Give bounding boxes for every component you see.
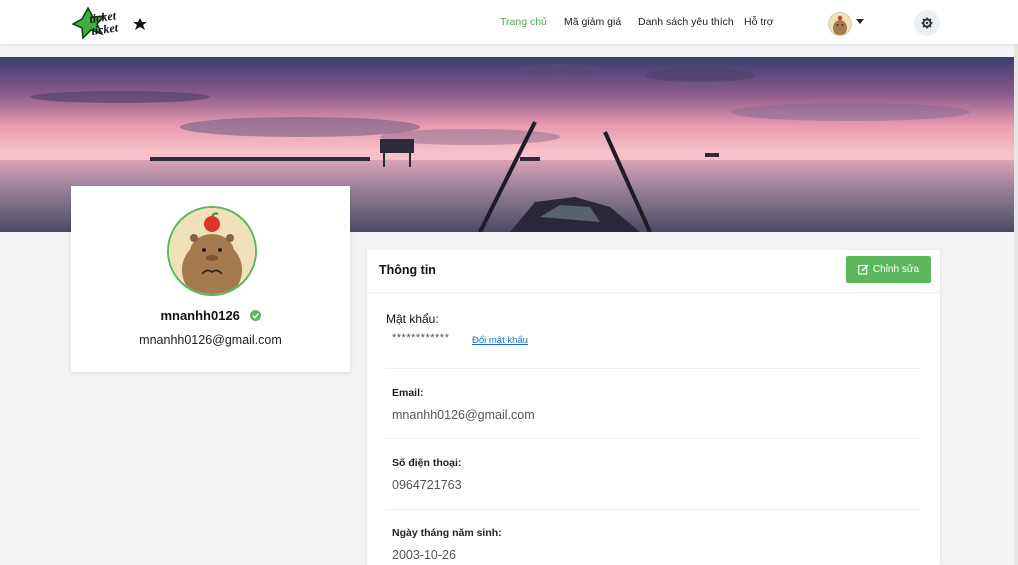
profile-email: mnanhh0126@gmail.com bbox=[139, 333, 282, 347]
username-text: mnanhh0126 bbox=[160, 308, 240, 323]
profile-username: mnanhh0126 bbox=[71, 308, 350, 324]
phone-label: Số điện thoại: bbox=[392, 457, 462, 469]
info-title: Thông tin bbox=[379, 263, 436, 277]
divider bbox=[385, 509, 920, 510]
profile-card: mnanhh0126 mnanhh0126@gmail.com bbox=[71, 186, 350, 372]
scrollbar-track[interactable] bbox=[1014, 0, 1018, 565]
birthday-label: Ngày tháng năm sinh: bbox=[392, 527, 502, 539]
chevron-down-icon[interactable] bbox=[856, 19, 864, 25]
edit-button-label: Chỉnh sửa bbox=[872, 264, 920, 275]
nav-link-home[interactable]: Trang chủ bbox=[500, 16, 547, 28]
svg-text:ticket: ticket bbox=[90, 20, 119, 38]
nav-link-support[interactable]: Hỗ trợ bbox=[744, 16, 774, 28]
divider bbox=[385, 368, 920, 369]
edit-icon bbox=[858, 264, 869, 275]
profile-avatar[interactable] bbox=[167, 206, 257, 296]
phone-value: 0964721763 bbox=[392, 478, 462, 492]
password-value: ************ bbox=[392, 332, 450, 344]
nav-link-wishlist[interactable]: Danh sách yêu thích bbox=[638, 16, 734, 28]
email-label: Email: bbox=[392, 387, 424, 399]
nav-link-vouchers[interactable]: Mã giảm giá bbox=[564, 16, 621, 28]
divider bbox=[385, 438, 920, 439]
edit-profile-button[interactable]: Chỉnh sửa bbox=[846, 256, 931, 283]
password-label: Mật khẩu: bbox=[386, 312, 439, 326]
info-card: Thông tin Chỉnh sửa Mật khẩu: **********… bbox=[367, 250, 940, 565]
info-card-header: Thông tin Chỉnh sửa bbox=[367, 250, 940, 293]
user-avatar-menu[interactable] bbox=[828, 12, 852, 36]
change-password-link[interactable]: Đổi mật khẩu bbox=[472, 335, 528, 346]
ticket-logo[interactable]: ticket ticket bbox=[71, 6, 148, 40]
birthday-value: 2003-10-26 bbox=[392, 548, 456, 562]
top-navbar: ticket ticket Trang chủ Mã giảm giá Danh… bbox=[0, 0, 1018, 44]
email-value: mnanhh0126@gmail.com bbox=[392, 408, 535, 422]
settings-button[interactable] bbox=[914, 10, 940, 36]
verified-badge-icon bbox=[249, 309, 261, 324]
gear-icon bbox=[921, 17, 933, 29]
